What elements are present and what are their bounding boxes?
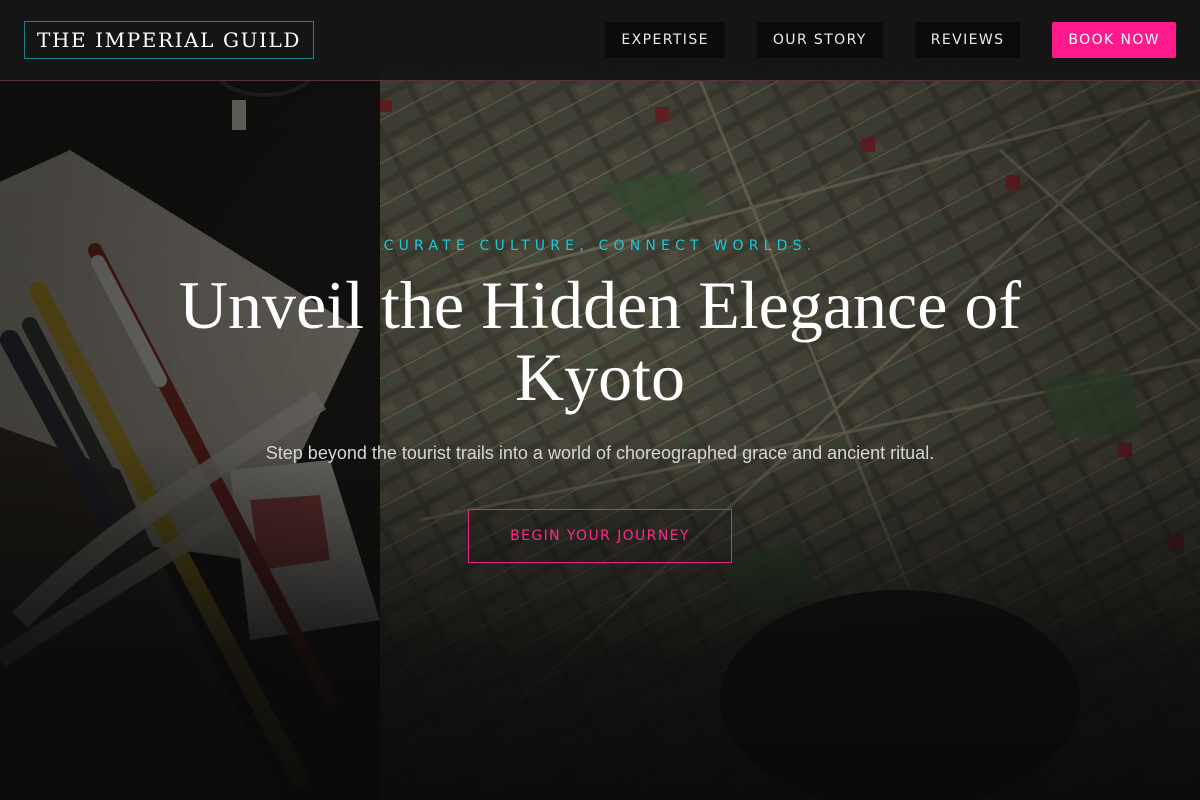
hero-subtitle: Step beyond the tourist trails into a wo… — [265, 443, 935, 463]
book-now-button[interactable]: BOOK NOW — [1052, 22, 1176, 58]
begin-journey-button[interactable]: BEGIN YOUR JOURNEY — [468, 509, 732, 563]
main-nav: EXPERTISE OUR STORY REVIEWS BOOK NOW — [573, 22, 1176, 58]
logo[interactable]: THE IMPERIAL GUILD — [24, 21, 315, 59]
nav-item-expertise[interactable]: EXPERTISE — [605, 22, 725, 58]
site-header: THE IMPERIAL GUILD EXPERTISE OUR STORY R… — [0, 0, 1200, 81]
hero-section: CURATE CULTURE, CONNECT WORLDS. Unveil t… — [0, 81, 1200, 800]
nav-item-reviews[interactable]: REVIEWS — [914, 22, 1021, 58]
nav-item-our-story[interactable]: OUR STORY — [756, 22, 883, 58]
hero-eyebrow: CURATE CULTURE, CONNECT WORLDS. — [383, 238, 817, 254]
hero-headline: Unveil the Hidden Elegance of Kyoto — [178, 267, 1022, 415]
